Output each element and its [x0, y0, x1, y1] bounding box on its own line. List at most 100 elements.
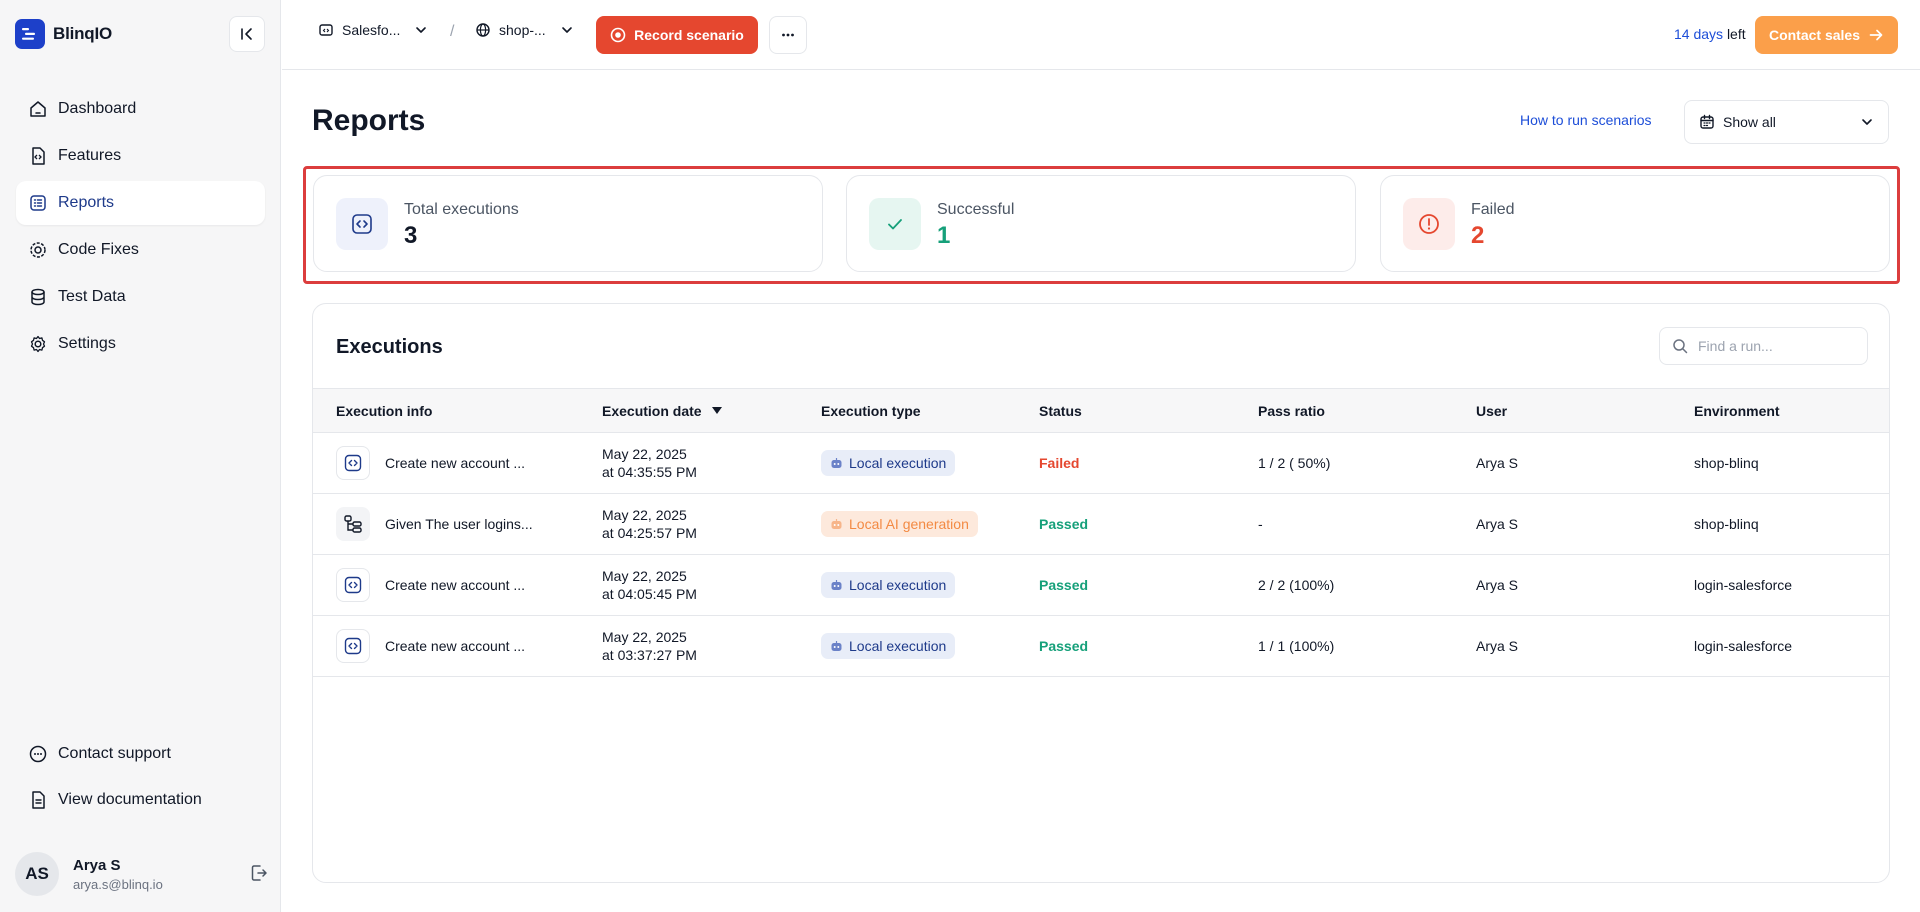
stat-label: Total executions [404, 201, 519, 218]
column-header-execution-type[interactable]: Execution type [821, 403, 921, 419]
environment-selector[interactable]: shop-... [475, 22, 574, 38]
executions-table-header: Execution info Execution date Execution … [313, 388, 1889, 433]
chevron-down-icon [416, 27, 427, 33]
row-user: Arya S [1476, 577, 1519, 593]
execution-type-badge: Local execution [821, 450, 956, 476]
more-options-button[interactable] [769, 16, 807, 54]
logout-button[interactable] [249, 863, 269, 888]
sidebar-item-test-data[interactable]: Test Data [16, 275, 265, 319]
record-scenario-button[interactable]: Record scenario [596, 16, 758, 54]
code-icon [336, 446, 370, 480]
scenario-name[interactable]: Create new account ... [385, 638, 535, 654]
trial-left-label: left [1726, 26, 1746, 42]
column-header-status[interactable]: Status [1039, 403, 1082, 419]
search-icon [1673, 339, 1688, 354]
robot-icon [831, 518, 842, 529]
sidebar-item-code-fixes[interactable]: Code Fixes [16, 228, 265, 272]
folder-icon [319, 24, 333, 36]
globe-icon [476, 23, 490, 37]
date-filter-dropdown[interactable]: Show all [1684, 100, 1889, 144]
row-environment: login-salesforce [1694, 638, 1793, 654]
stat-card-successful: Successful 1 [846, 175, 1356, 272]
find-run-input[interactable] [1698, 338, 1848, 354]
find-run-search[interactable] [1659, 327, 1868, 365]
sidebar-nav: Dashboard Features Reports Code Fixes Te… [16, 87, 265, 369]
column-header-pass-ratio[interactable]: Pass ratio [1258, 403, 1325, 419]
more-icon [782, 33, 794, 37]
executions-panel: Executions Execution info Execution date… [312, 303, 1890, 883]
project-selector[interactable]: Salesfo... [318, 22, 428, 38]
column-header-environment[interactable]: Environment [1694, 403, 1780, 419]
date-line: May 22, 2025 [602, 568, 687, 584]
check-icon [869, 198, 921, 250]
status-badge: Passed [1039, 516, 1089, 532]
avatar[interactable]: AS [15, 852, 59, 896]
how-to-run-scenarios-link[interactable]: How to run scenarios [1520, 112, 1652, 128]
stat-card-total: Total executions 3 [313, 175, 823, 272]
view-documentation-link[interactable]: View documentation [16, 778, 265, 822]
topbar: Salesfo... / shop-... Record scenario 14… [282, 0, 1920, 70]
table-row[interactable]: Create new account ... May 22, 2025 at 04… [313, 433, 1889, 494]
execution-type-label: Local AI generation [849, 516, 969, 532]
sidebar-item-label: Code Fixes [58, 241, 139, 258]
scenario-name[interactable]: Create new account ... [385, 577, 535, 593]
chevron-down-icon [1862, 119, 1872, 125]
logout-icon [251, 865, 267, 881]
date-line: May 22, 2025 [602, 629, 687, 645]
robot-icon [831, 579, 842, 590]
time-line: at 03:37:27 PM [602, 647, 697, 663]
user-name: Arya S [73, 856, 121, 874]
scenario-name[interactable]: Given The user logins... [385, 516, 535, 532]
gear-code-icon [30, 242, 46, 258]
column-header-execution-date[interactable]: Execution date [602, 403, 722, 419]
column-header-execution-info[interactable]: Execution info [336, 403, 432, 419]
status-badge: Passed [1039, 638, 1089, 654]
execution-type-badge: Local execution [821, 572, 956, 598]
sidebar-item-reports[interactable]: Reports [16, 181, 265, 225]
row-user: Arya S [1476, 638, 1519, 654]
execution-date: May 22, 2025 at 04:35:55 PM [602, 445, 697, 481]
sidebar-item-label: Reports [58, 194, 115, 211]
pass-ratio: 1 / 1 (100%) [1258, 638, 1335, 654]
stat-label: Successful [937, 201, 1015, 218]
contact-sales-button[interactable]: Contact sales [1755, 16, 1898, 54]
scenario-name[interactable]: Create new account ... [385, 455, 535, 471]
table-row[interactable]: Given The user logins... May 22, 2025 at … [313, 494, 1889, 555]
sidebar-item-label: Test Data [58, 288, 126, 305]
calendar-icon [1700, 114, 1714, 129]
execution-type-badge: Local execution [821, 633, 956, 659]
table-row[interactable]: Create new account ... May 22, 2025 at 04… [313, 555, 1889, 616]
table-row[interactable]: Create new account ... May 22, 2025 at 03… [313, 616, 1889, 677]
database-icon [31, 288, 45, 306]
alert-icon [1403, 198, 1455, 250]
app-name: BlinqIO [53, 24, 113, 43]
robot-icon [831, 457, 842, 468]
user-email: arya.s@blinq.io [73, 876, 163, 892]
contact-sales-label: Contact sales [1768, 27, 1861, 43]
time-line: at 04:35:55 PM [602, 464, 697, 480]
collapse-sidebar-button[interactable] [229, 16, 265, 52]
document-icon [32, 791, 45, 809]
chevron-down-icon [561, 27, 572, 33]
date-line: May 22, 2025 [602, 446, 687, 462]
column-header-user[interactable]: User [1476, 403, 1507, 419]
execution-type-badge: Local AI generation [821, 511, 978, 537]
stat-card-failed: Failed 2 [1380, 175, 1890, 272]
pass-ratio: - [1258, 516, 1263, 532]
row-environment: shop-blinq [1694, 455, 1759, 471]
sidebar-item-features[interactable]: Features [16, 134, 265, 178]
arrow-right-icon [1869, 29, 1883, 41]
code-icon [336, 568, 370, 602]
sidebar-item-dashboard[interactable]: Dashboard [16, 87, 265, 131]
trial-remaining: 14 days left [1674, 26, 1746, 42]
status-badge: Passed [1039, 577, 1089, 593]
sidebar-item-settings[interactable]: Settings [16, 322, 265, 366]
execution-type-label: Local execution [849, 455, 947, 471]
contact-support-link[interactable]: Contact support [16, 732, 265, 776]
row-environment: login-salesforce [1694, 577, 1793, 593]
code-icon [336, 629, 370, 663]
app-logo[interactable]: BlinqIO [15, 19, 112, 49]
sidebar-item-label: Dashboard [58, 100, 137, 117]
executions-title: Executions [336, 336, 443, 358]
row-user: Arya S [1476, 516, 1519, 532]
